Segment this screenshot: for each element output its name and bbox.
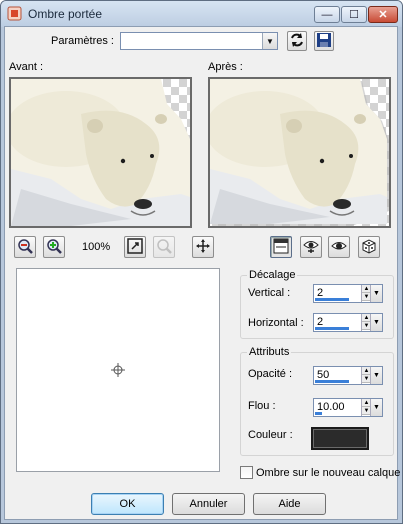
save-preset-button[interactable] xyxy=(314,31,334,51)
opacity-spinner[interactable]: 50 ▲ ▼ ▼ xyxy=(313,366,383,385)
after-label: Après : xyxy=(208,61,243,73)
eye-hand-icon xyxy=(302,238,320,257)
presets-label: Paramètres : xyxy=(51,35,114,47)
zoom-level: 100% xyxy=(82,241,111,253)
split-view-icon xyxy=(273,238,289,257)
zoom-to-fit-button[interactable] xyxy=(124,236,146,258)
color-label: Couleur : xyxy=(248,429,293,441)
help-button[interactable]: Aide xyxy=(253,493,326,515)
attributes-group-title: Attributs xyxy=(247,346,292,358)
presets-dropdown[interactable]: ▼ xyxy=(120,32,278,50)
before-preview[interactable] xyxy=(9,77,192,228)
zoom-out-button[interactable] xyxy=(14,236,36,258)
title-bar[interactable]: Ombre portée — ☐ ✕ xyxy=(1,1,402,27)
new-layer-checkbox[interactable] xyxy=(240,466,253,479)
shadow-offset-pad[interactable] xyxy=(16,268,220,472)
app-icon xyxy=(7,6,22,21)
zoom-out-icon xyxy=(17,238,33,257)
cancel-button-label: Annuler xyxy=(189,498,228,510)
new-layer-label[interactable]: Ombre sur le nouveau calque xyxy=(256,467,400,479)
horizontal-slider-dropdown[interactable]: ▼ xyxy=(370,314,382,331)
reset-arrows-icon xyxy=(289,32,305,51)
floppy-disk-icon xyxy=(316,32,332,51)
reset-presets-button[interactable] xyxy=(287,31,307,51)
horizontal-label: Horizontal : xyxy=(248,317,304,329)
magnifier-disabled-icon xyxy=(156,238,172,257)
horizontal-spinner[interactable]: 2 ▲ ▼ ▼ xyxy=(313,313,383,332)
auto-proof-button[interactable] xyxy=(328,236,350,258)
maximize-icon: ☐ xyxy=(349,9,359,21)
opacity-slider-bar[interactable] xyxy=(315,380,349,383)
zoom-in-button[interactable] xyxy=(43,236,65,258)
zoom-in-icon xyxy=(46,238,62,257)
blur-spinner[interactable]: 10.00 ▲ ▼ ▼ xyxy=(313,398,383,417)
move-cross-icon xyxy=(196,238,210,256)
split-view-button[interactable] xyxy=(270,236,292,258)
eye-icon xyxy=(330,238,348,257)
close-icon: ✕ xyxy=(378,9,388,21)
crosshair-handle-icon[interactable] xyxy=(111,363,125,380)
opacity-slider-dropdown[interactable]: ▼ xyxy=(370,367,382,384)
vertical-spinner[interactable]: 2 ▲ ▼ ▼ xyxy=(313,284,383,303)
ok-button-label: OK xyxy=(119,498,136,510)
minimize-button[interactable]: — xyxy=(314,6,340,23)
cancel-button[interactable]: Annuler xyxy=(172,493,245,515)
show-proof-button[interactable] xyxy=(300,236,322,258)
maximize-button[interactable]: ☐ xyxy=(341,6,367,23)
polar-bear-shadow-image xyxy=(210,79,389,226)
blur-label: Flou : xyxy=(248,400,276,412)
shadow-color-swatch[interactable] xyxy=(311,427,369,450)
vertical-label: Vertical : xyxy=(248,287,291,299)
polar-bear-image xyxy=(11,79,190,226)
help-button-label: Aide xyxy=(278,498,301,510)
blur-slider-bar[interactable] xyxy=(315,412,322,415)
zoom-actual-button[interactable] xyxy=(153,236,175,258)
close-button[interactable]: ✕ xyxy=(368,6,398,23)
offset-group-title: Décalage xyxy=(247,269,298,281)
randomize-button[interactable] xyxy=(358,236,380,258)
vertical-slider-dropdown[interactable]: ▼ xyxy=(370,285,382,302)
minimize-icon: — xyxy=(321,8,333,21)
opacity-label: Opacité : xyxy=(248,368,293,380)
dice-icon xyxy=(361,238,377,257)
blur-slider-dropdown[interactable]: ▼ xyxy=(370,399,382,416)
pan-button[interactable] xyxy=(192,236,214,258)
vertical-slider-bar[interactable] xyxy=(315,298,349,301)
fit-window-icon xyxy=(127,237,143,257)
horizontal-slider-bar[interactable] xyxy=(315,327,349,330)
ok-button[interactable]: OK xyxy=(91,493,164,515)
after-preview[interactable] xyxy=(208,77,391,228)
chevron-down-icon[interactable]: ▼ xyxy=(262,33,277,49)
before-label: Avant : xyxy=(9,61,44,73)
window-title: Ombre portée xyxy=(28,7,103,21)
